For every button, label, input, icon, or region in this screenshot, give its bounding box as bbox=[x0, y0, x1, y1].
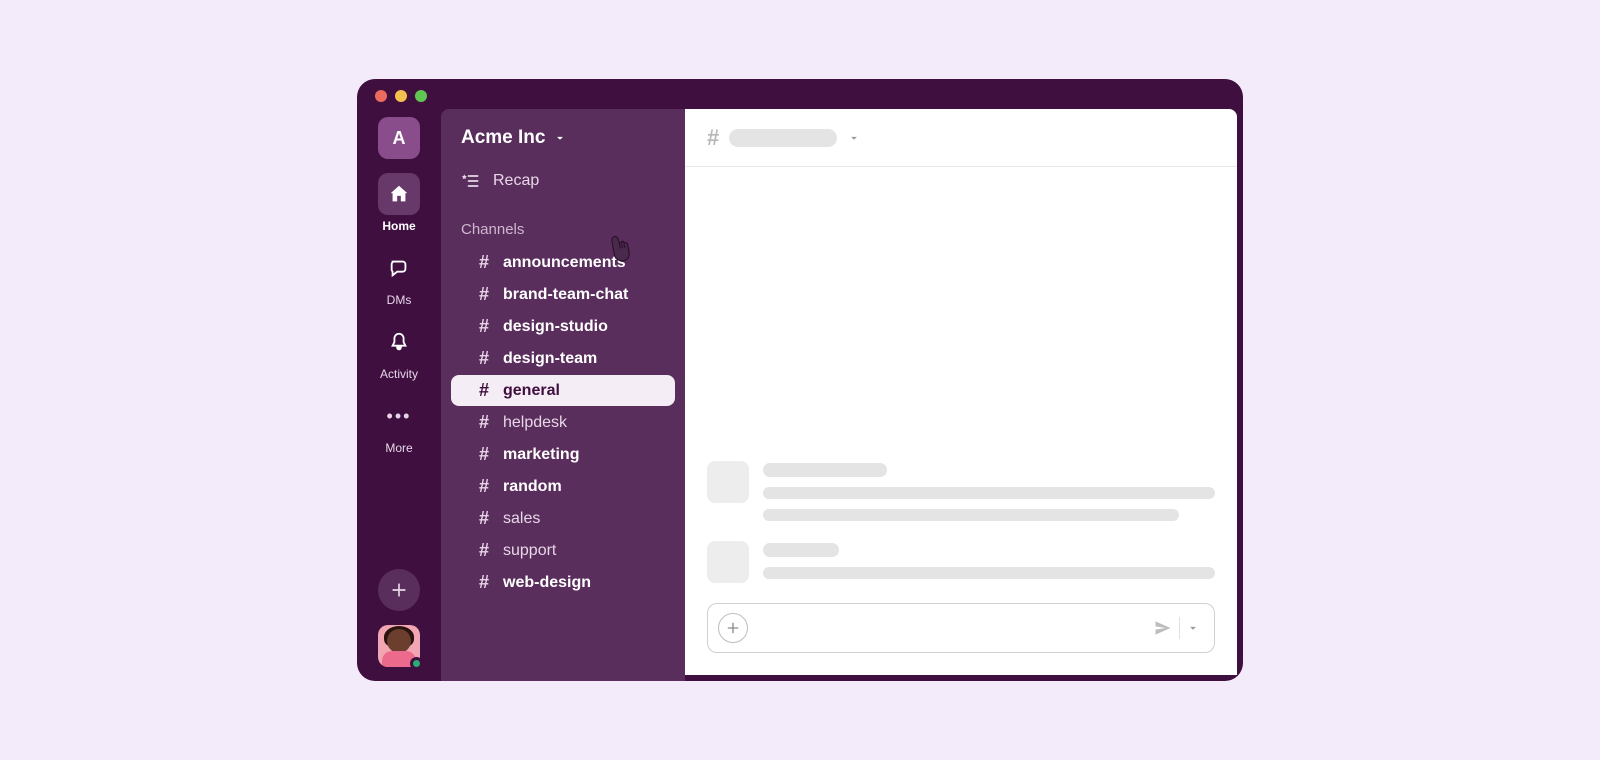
channel-item-random[interactable]: # random bbox=[451, 471, 675, 502]
recap-icon bbox=[461, 171, 481, 191]
channel-name: web-design bbox=[503, 574, 591, 592]
rail-item-more[interactable]: ••• More bbox=[357, 395, 441, 455]
send-button-group bbox=[1153, 617, 1204, 639]
rail-label: Activity bbox=[380, 367, 418, 381]
hash-icon: # bbox=[707, 125, 719, 151]
channel-name: general bbox=[503, 382, 560, 400]
compose-button[interactable] bbox=[378, 569, 420, 611]
text-placeholder bbox=[763, 509, 1179, 521]
send-options-button[interactable] bbox=[1186, 621, 1200, 635]
hash-icon: # bbox=[475, 476, 493, 497]
message-composer[interactable] bbox=[707, 603, 1215, 653]
more-icon: ••• bbox=[378, 395, 420, 437]
text-placeholder bbox=[763, 543, 839, 557]
app-window: A Home DMs Activity bbox=[357, 79, 1243, 681]
channel-item-brand-team-chat[interactable]: # brand-team-chat bbox=[451, 279, 675, 310]
dm-icon bbox=[378, 247, 420, 289]
channel-item-web-design[interactable]: # web-design bbox=[451, 567, 675, 598]
titlebar bbox=[357, 79, 1243, 101]
rail-item-dms[interactable]: DMs bbox=[357, 247, 441, 307]
channel-item-design-studio[interactable]: # design-studio bbox=[451, 311, 675, 342]
channel-title-placeholder bbox=[729, 129, 837, 147]
rail-label: More bbox=[385, 441, 412, 455]
channel-item-helpdesk[interactable]: # helpdesk bbox=[451, 407, 675, 438]
avatar-placeholder bbox=[707, 461, 749, 503]
channel-item-design-team[interactable]: # design-team bbox=[451, 343, 675, 374]
channel-header[interactable]: # bbox=[685, 109, 1237, 167]
text-placeholder bbox=[763, 567, 1215, 579]
app-body: A Home DMs Activity bbox=[357, 101, 1243, 681]
presence-indicator bbox=[410, 657, 423, 670]
rail-item-activity[interactable]: Activity bbox=[357, 321, 441, 381]
hash-icon: # bbox=[475, 252, 493, 273]
hash-icon: # bbox=[475, 380, 493, 401]
message-placeholder bbox=[707, 461, 1215, 521]
channel-name: announcements bbox=[503, 254, 626, 272]
channel-item-sales[interactable]: # sales bbox=[451, 503, 675, 534]
chevron-down-icon bbox=[847, 131, 861, 145]
channel-name: marketing bbox=[503, 446, 579, 464]
hash-icon: # bbox=[475, 412, 493, 433]
workspace-menu[interactable]: Acme Inc bbox=[441, 121, 685, 163]
rail-label: DMs bbox=[387, 293, 412, 307]
channel-name: sales bbox=[503, 510, 540, 528]
channel-name: design-team bbox=[503, 350, 597, 368]
recap-label: Recap bbox=[493, 172, 539, 190]
hash-icon: # bbox=[475, 284, 493, 305]
send-icon[interactable] bbox=[1153, 618, 1173, 638]
channel-item-support[interactable]: # support bbox=[451, 535, 675, 566]
text-placeholder bbox=[763, 463, 887, 477]
rail-label: Home bbox=[382, 219, 415, 233]
channels-section-label[interactable]: Channels bbox=[441, 199, 685, 246]
workspace-switcher[interactable]: A bbox=[378, 117, 420, 159]
user-avatar[interactable] bbox=[378, 625, 420, 667]
text-placeholder bbox=[763, 487, 1215, 499]
rail-item-home[interactable]: Home bbox=[357, 173, 441, 233]
hash-icon: # bbox=[475, 572, 493, 593]
conversation-pane: # bbox=[685, 109, 1237, 675]
message-list bbox=[685, 167, 1237, 595]
chevron-down-icon bbox=[553, 131, 567, 145]
hash-icon: # bbox=[475, 540, 493, 561]
channel-name: random bbox=[503, 478, 562, 496]
avatar-placeholder bbox=[707, 541, 749, 583]
channel-name: helpdesk bbox=[503, 414, 567, 432]
recap-button[interactable]: Recap bbox=[441, 163, 685, 199]
channel-sidebar: Acme Inc Recap Channels # announcements # b… bbox=[441, 109, 685, 681]
channel-item-general[interactable]: # general bbox=[451, 375, 675, 406]
hash-icon: # bbox=[475, 348, 493, 369]
channel-list: # announcements # brand-team-chat # design-st… bbox=[441, 246, 685, 599]
bell-icon bbox=[378, 321, 420, 363]
channel-name: design-studio bbox=[503, 318, 608, 336]
channel-name: support bbox=[503, 542, 556, 560]
channel-name: brand-team-chat bbox=[503, 286, 628, 304]
nav-rail: A Home DMs Activity bbox=[357, 109, 441, 681]
home-icon bbox=[378, 173, 420, 215]
workspace-name: Acme Inc bbox=[461, 127, 545, 149]
hash-icon: # bbox=[475, 316, 493, 337]
message-placeholder bbox=[707, 541, 1215, 583]
channel-item-marketing[interactable]: # marketing bbox=[451, 439, 675, 470]
hash-icon: # bbox=[475, 444, 493, 465]
channel-item-announcements[interactable]: # announcements bbox=[451, 247, 675, 278]
hash-icon: # bbox=[475, 508, 493, 529]
divider bbox=[1179, 617, 1180, 639]
attach-button[interactable] bbox=[718, 613, 748, 643]
